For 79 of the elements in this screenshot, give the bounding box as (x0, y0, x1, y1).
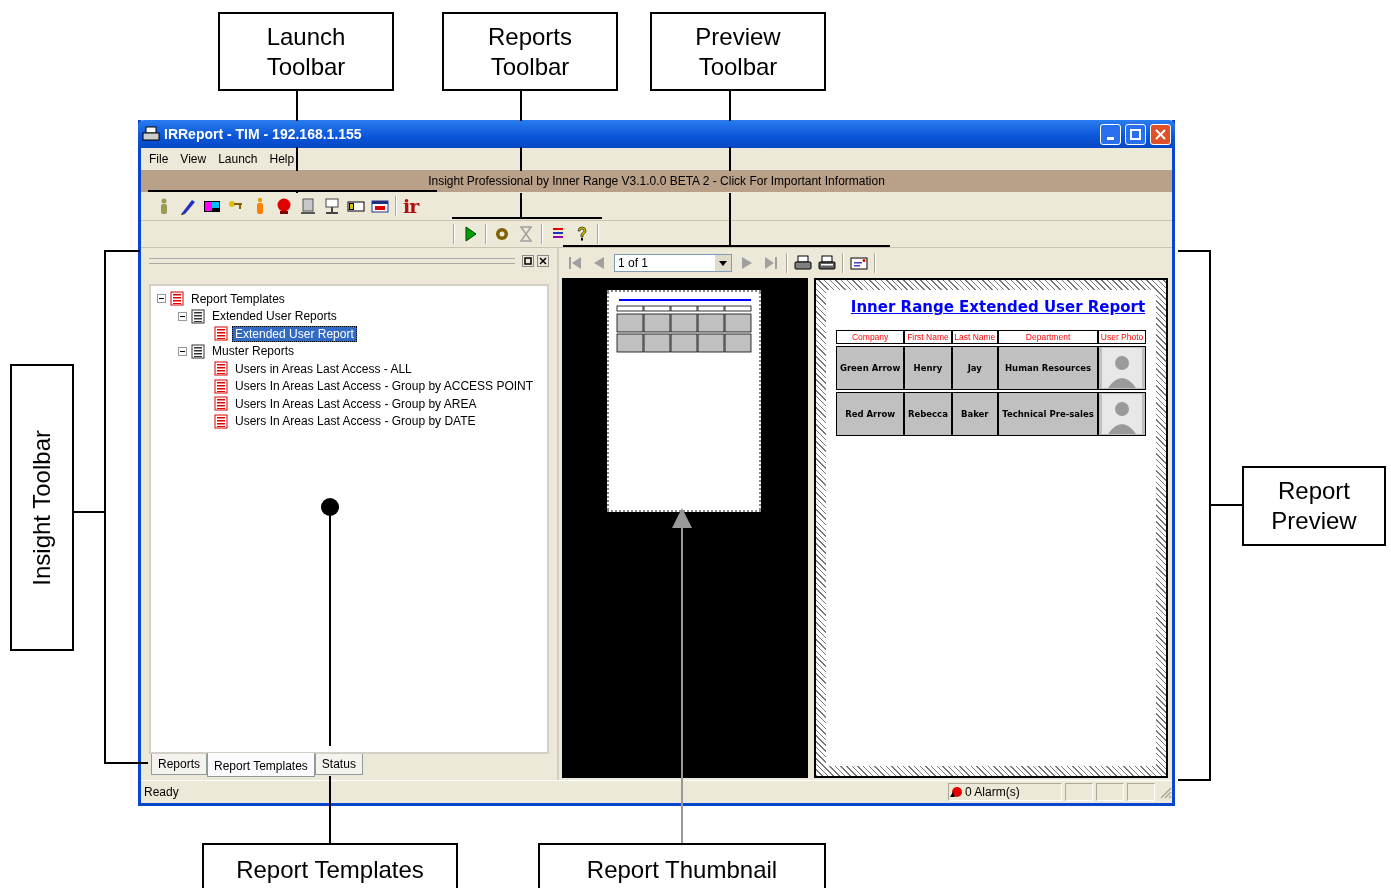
expander-toggle[interactable] (178, 346, 187, 356)
minimize-icon (1107, 136, 1114, 140)
menu-item[interactable]: File (145, 150, 173, 168)
printer-icon[interactable] (794, 254, 812, 272)
table-cell: Rebecca (904, 392, 952, 436)
tree-item[interactable]: Report Templates (188, 290, 288, 307)
report-icon (170, 291, 184, 307)
column-header: User Photo (1098, 330, 1146, 344)
restore-button[interactable] (522, 255, 534, 267)
tree-item[interactable]: Users In Areas Last Access - Group by AREA (232, 395, 480, 412)
tree-item[interactable]: Extended User Reports (209, 308, 340, 325)
tree-item[interactable]: Extended User Report (232, 325, 357, 342)
report-icon (214, 326, 228, 342)
page-dropdown[interactable]: 1 of 1 (614, 254, 732, 272)
callout-label: Preview Toolbar (650, 12, 826, 91)
expander-toggle[interactable] (157, 294, 166, 304)
report-title: Inner Range Extended User Report (850, 298, 1146, 316)
tree-item[interactable]: Users In Areas Last Access - Group by ACCESS POINT (232, 378, 537, 395)
minimize-button[interactable] (1100, 123, 1121, 145)
resize-grip-icon[interactable] (1158, 785, 1172, 799)
alarm-panel: 0 Alarm(s) (948, 783, 1062, 801)
report-icon (214, 413, 228, 429)
tab[interactable]: Reports (151, 754, 208, 775)
table-cell: Green Arrow (836, 346, 905, 390)
tree-item[interactable]: Users in Areas Last Access - ALL (232, 360, 415, 377)
printer-icon (142, 126, 160, 142)
alarm-bell-icon[interactable] (275, 197, 293, 215)
tab[interactable]: Status (314, 754, 363, 775)
maximize-button[interactable] (1125, 123, 1146, 145)
status-panel (1127, 783, 1155, 801)
pen-icon[interactable] (179, 197, 197, 215)
column-header: Department (997, 330, 1099, 344)
table-cell: Human Resources (997, 346, 1099, 390)
table-cell: Jay (951, 346, 998, 390)
table-cell: Technical Pre-sales (997, 392, 1099, 436)
document-icon (191, 343, 205, 359)
report-icon (214, 378, 228, 394)
callout-label: Insight Toolbar (10, 364, 74, 651)
column-header: Last Name (951, 330, 998, 344)
expander-toggle[interactable] (178, 311, 187, 321)
close-button[interactable] (537, 255, 549, 267)
callout-label: Report Thumbnail (538, 843, 826, 888)
callout-label: Report Templates (202, 843, 458, 888)
document-icon (191, 308, 205, 324)
info-banner[interactable]: Insight Professional by Inner Range V3.1.0.0 BETA 2 - Click For Important Information (141, 170, 1172, 192)
menu-item[interactable]: Launch (214, 150, 262, 168)
envelope-icon[interactable] (850, 254, 868, 272)
report-icon (214, 396, 228, 412)
status-panel (1096, 783, 1124, 801)
logo[interactable]: ir (403, 195, 419, 217)
tab[interactable]: Report Templates (207, 753, 315, 777)
monitor-icon[interactable] (323, 197, 341, 215)
status-panel (1065, 783, 1093, 801)
callout-label: Report Preview (1242, 466, 1386, 546)
window-title: IRReport - TIM - 192.168.1.155 (164, 126, 363, 142)
callout-label: Reports Toolbar (442, 12, 618, 91)
maximize-icon (1130, 128, 1141, 140)
restore-icon (524, 257, 532, 265)
calendar-icon[interactable] (371, 197, 389, 215)
gear-icon[interactable] (493, 225, 511, 243)
table-cell: Baker (951, 392, 998, 436)
tree-item[interactable]: Users In Areas Last Access - Group by DATE (232, 413, 479, 430)
tree-item[interactable]: Muster Reports (209, 343, 298, 360)
column-header: Company (836, 330, 905, 344)
table-cell: Red Arrow (836, 392, 905, 436)
alarm-bell-icon (949, 786, 963, 798)
printer-icon[interactable] (818, 254, 836, 272)
close-icon (539, 257, 547, 265)
report-icon (214, 361, 228, 377)
table-cell: Henry (904, 346, 952, 390)
status-text: Ready (143, 785, 180, 799)
close-icon (1155, 128, 1166, 140)
column-header: First Name (904, 330, 952, 344)
caret-icon (719, 260, 727, 266)
cylinder-icon[interactable] (299, 197, 317, 215)
menu-item[interactable]: Help (265, 150, 299, 168)
callout-label: Launch Toolbar (218, 12, 394, 91)
page-thumbnail-drawing[interactable] (607, 290, 761, 512)
menu-item[interactable]: View (176, 150, 211, 168)
